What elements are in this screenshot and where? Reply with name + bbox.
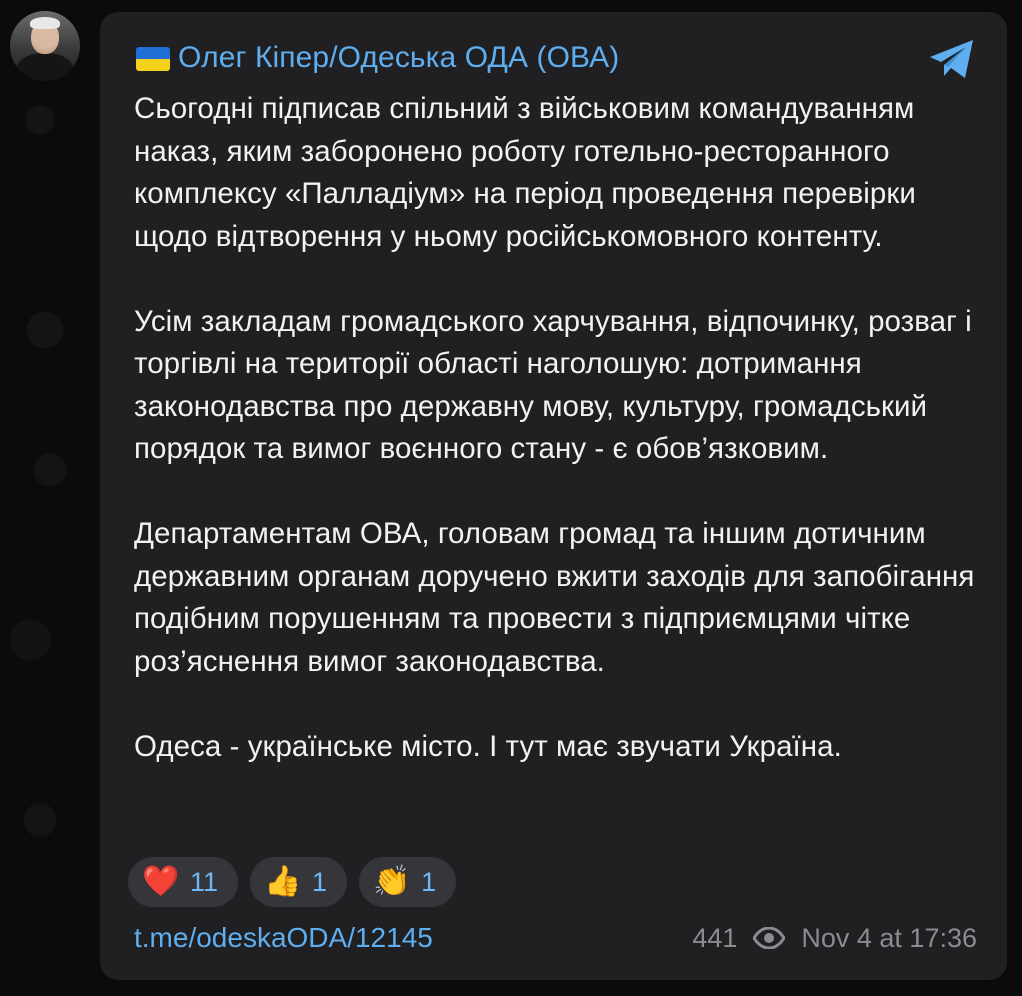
- reaction-count: 11: [190, 866, 219, 897]
- share-icon[interactable]: [927, 38, 977, 80]
- message-meta: 441 Nov 4 at 17:36: [692, 921, 977, 955]
- timestamp: Nov 4 at 17:36: [801, 923, 977, 953]
- message-paragraph: Департаментам ОВА, головам громад та інш…: [134, 517, 975, 678]
- channel-name[interactable]: Олег Кіпер/Одеська ОДА (ОВА): [178, 41, 619, 75]
- message-text: Сьогодні підписав спільний з військовим …: [134, 88, 984, 768]
- view-count: 441: [692, 923, 738, 953]
- avatar-body: [16, 53, 74, 81]
- avatar-hair: [30, 17, 60, 29]
- reaction-count: 1: [421, 866, 437, 897]
- reaction-clap[interactable]: 👏 1: [359, 857, 457, 907]
- ukraine-flag-icon: [136, 47, 170, 71]
- message-paragraph: Сьогодні підписав спільний з військовим …: [134, 92, 916, 253]
- reaction-count: 1: [312, 866, 328, 897]
- clapping-hands-icon: 👏: [373, 864, 411, 899]
- reaction-heart[interactable]: ❤️ 11: [128, 857, 239, 907]
- message-link[interactable]: t.me/odeskaODA/12145: [134, 921, 433, 955]
- message-bubble: Олег Кіпер/Одеська ОДА (ОВА) Сьогодні пі…: [100, 12, 1007, 980]
- eye-icon: [753, 927, 786, 949]
- message-paragraph: Усім закладам громадського харчування, в…: [134, 304, 972, 466]
- channel-header[interactable]: Олег Кіпер/Одеська ОДА (ОВА): [136, 38, 619, 78]
- reactions-bar: ❤️ 11 👍 1 👏 1: [128, 857, 457, 907]
- message-paragraph: Одеса - українське місто. І тут має звуч…: [134, 729, 842, 763]
- channel-avatar[interactable]: [10, 11, 80, 81]
- heart-icon: ❤️: [142, 864, 180, 899]
- thumbs-up-icon: 👍: [264, 864, 302, 899]
- reaction-thumbs-up[interactable]: 👍 1: [250, 857, 348, 907]
